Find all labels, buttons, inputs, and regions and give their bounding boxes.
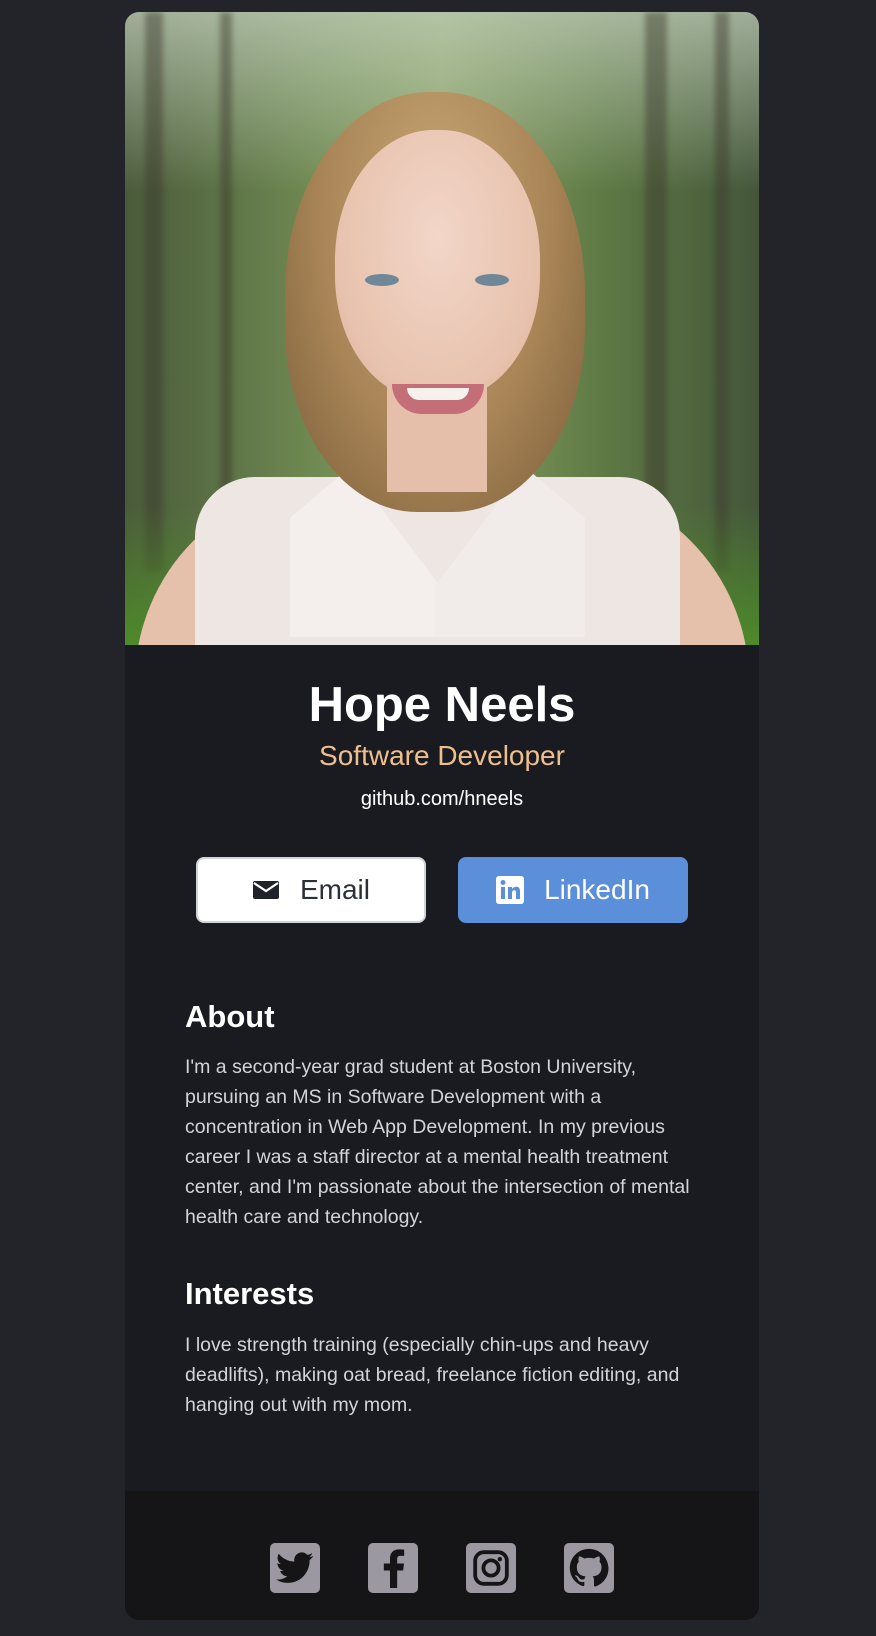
profile-title: Software Developer — [319, 740, 565, 771]
facebook-icon[interactable] — [368, 1543, 418, 1593]
envelope-icon — [252, 879, 280, 901]
linkedin-button-label: LinkedIn — [544, 874, 650, 905]
github-link[interactable]: github.com/hneels — [125, 786, 759, 812]
interests-text: I love strength training (especially chi… — [185, 1334, 680, 1416]
email-button[interactable]: Email — [196, 857, 426, 923]
twitter-icon[interactable] — [270, 1543, 320, 1593]
linkedin-icon — [496, 876, 525, 904]
instagram-icon[interactable] — [466, 1543, 516, 1593]
profile-photo — [125, 12, 759, 645]
email-button-label: Email — [299, 874, 370, 905]
profile-name: Hope Neels — [308, 678, 576, 732]
profile-card: Hope Neels Software Developer github.com… — [125, 12, 759, 1620]
interests-heading: Interests — [185, 1276, 315, 1311]
linkedin-button[interactable]: LinkedIn — [458, 857, 688, 923]
github-icon[interactable] — [564, 1543, 614, 1593]
footer — [125, 1491, 759, 1620]
about-heading: About — [185, 999, 275, 1034]
about-text: I'm a second-year grad student at Boston… — [185, 1056, 690, 1228]
